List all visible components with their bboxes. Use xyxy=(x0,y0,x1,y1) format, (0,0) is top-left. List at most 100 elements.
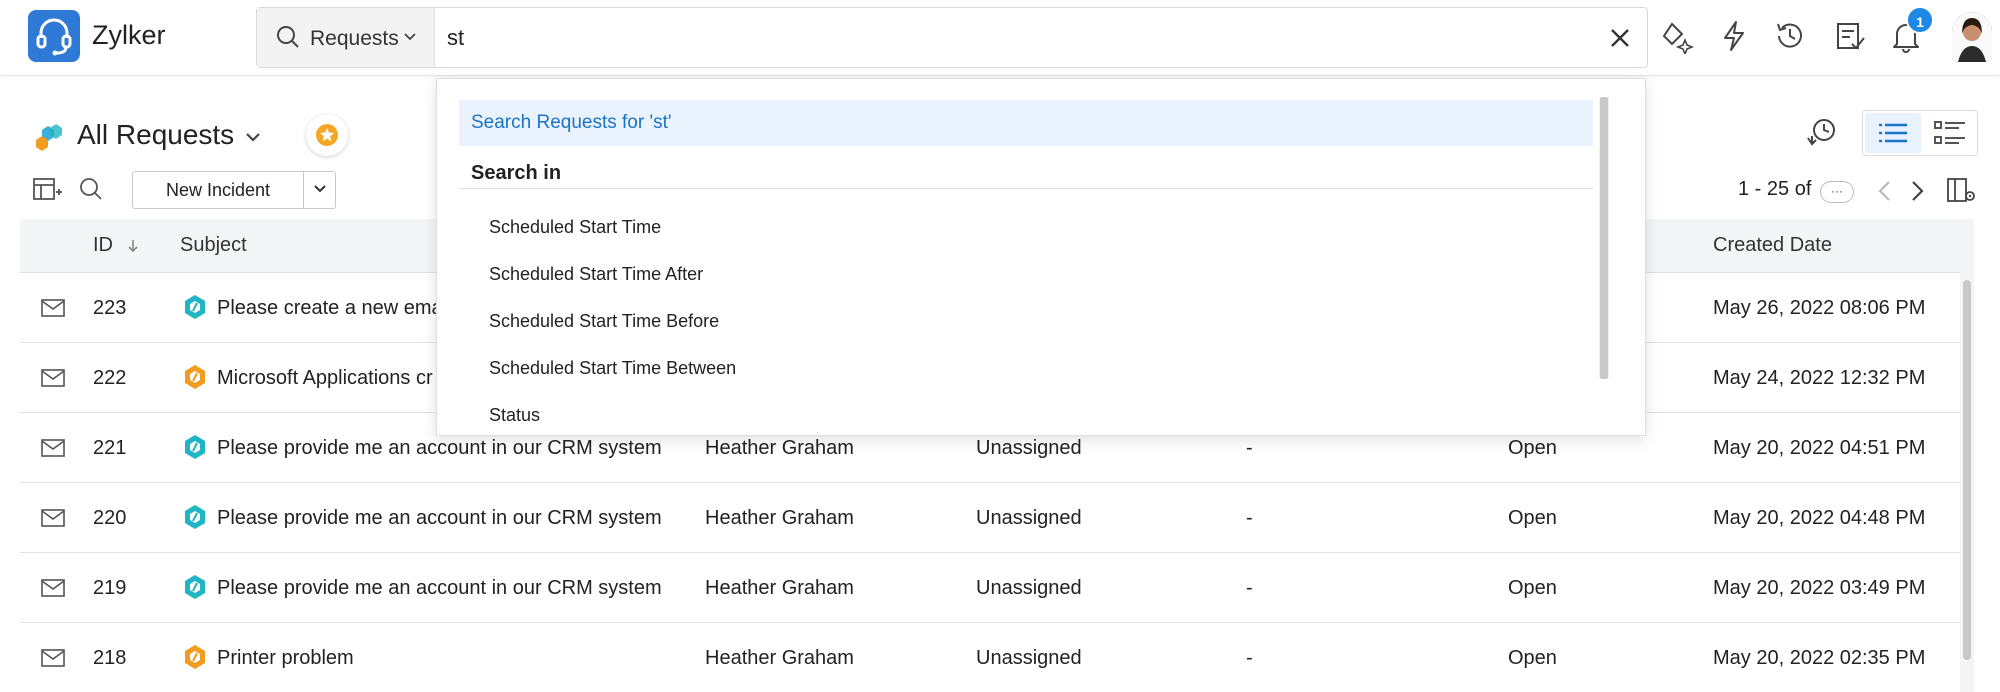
cell-status: Open xyxy=(1508,507,1557,529)
cell-group: - xyxy=(1246,507,1253,529)
detail-view-icon[interactable] xyxy=(1925,113,1977,153)
search-scope-label: Requests xyxy=(310,27,399,50)
avatar[interactable] xyxy=(1952,12,1992,62)
headset-logo-icon[interactable] xyxy=(28,10,80,62)
cell-subject[interactable]: Please provide me an account in our CRM … xyxy=(217,507,662,530)
cell-technician: Unassigned xyxy=(976,647,1082,669)
cell-id: 220 xyxy=(93,507,127,529)
timer-history-icon[interactable] xyxy=(1804,116,1838,155)
mail-icon xyxy=(40,508,66,533)
close-icon[interactable] xyxy=(1605,23,1635,53)
pagination-label: 1 - 25 of xyxy=(1738,178,1812,200)
cell-id: 218 xyxy=(93,647,127,669)
history-icon[interactable] xyxy=(1772,18,1808,54)
mail-icon xyxy=(40,368,66,393)
cell-group: - xyxy=(1246,647,1253,669)
search-for-option[interactable]: Search Requests for 'st' xyxy=(459,100,1593,146)
cell-subject[interactable]: Please provide me an account in our CRM … xyxy=(217,577,662,600)
column-header-subject[interactable]: Subject xyxy=(180,234,247,257)
cell-technician: Unassigned xyxy=(976,577,1082,599)
search-field-option[interactable]: Status xyxy=(489,405,540,426)
list-view-icon[interactable] xyxy=(1865,113,1921,153)
cell-id: 223 xyxy=(93,297,127,319)
chevron-right-icon[interactable] xyxy=(1906,178,1928,209)
zia-sparkle-icon[interactable] xyxy=(1658,18,1695,57)
search-field-option[interactable]: Scheduled Start Time Before xyxy=(489,311,719,332)
cell-status: Open xyxy=(1508,437,1557,459)
cell-technician: Unassigned xyxy=(976,437,1082,459)
cell-requester: Heather Graham xyxy=(705,437,854,459)
priority-icon xyxy=(182,433,208,466)
mail-icon xyxy=(40,438,66,463)
cell-created-date: May 20, 2022 04:48 PM xyxy=(1713,507,1926,529)
chevron-down-icon xyxy=(403,30,417,49)
cell-id: 222 xyxy=(93,367,127,389)
cell-status: Open xyxy=(1508,577,1557,599)
table-row[interactable]: 219 Please provide me an account in our C… xyxy=(20,553,1960,623)
priority-icon xyxy=(182,503,208,536)
lightning-icon[interactable] xyxy=(1716,18,1752,54)
mail-icon xyxy=(40,648,66,673)
search-field-option[interactable]: Scheduled Start Time xyxy=(489,217,661,238)
search-field-option[interactable]: Scheduled Start Time After xyxy=(489,264,703,285)
cell-requester: Heather Graham xyxy=(705,647,854,669)
dropdown-scrollbar-thumb[interactable] xyxy=(1600,97,1608,379)
column-header-created-date[interactable]: Created Date xyxy=(1713,234,1832,257)
star-icon xyxy=(315,123,339,152)
global-search: Requests xyxy=(256,7,1648,68)
search-icon xyxy=(275,24,301,55)
search-field-option[interactable]: Scheduled Start Time Between xyxy=(489,358,736,379)
top-bar: Zylker Requests 1 xyxy=(0,0,2000,76)
cell-group: - xyxy=(1246,437,1253,459)
cell-subject[interactable]: Please provide me an account in our CRM … xyxy=(217,437,662,460)
cell-subject[interactable]: Printer problem xyxy=(217,647,354,670)
new-incident-dropdown[interactable] xyxy=(303,171,336,209)
task-list-icon[interactable] xyxy=(1832,18,1868,54)
column-header-id[interactable]: ID xyxy=(93,234,141,257)
search-input[interactable] xyxy=(447,20,1547,56)
priority-icon xyxy=(182,293,208,326)
view-toggle xyxy=(1862,110,1978,156)
cell-group: - xyxy=(1246,577,1253,599)
cell-id: 221 xyxy=(93,437,127,459)
app-name: Zylker xyxy=(92,20,166,50)
divider xyxy=(459,188,1593,189)
cell-status: Open xyxy=(1508,647,1557,669)
search-in-heading: Search in xyxy=(471,162,562,184)
table-scrollbar-thumb[interactable] xyxy=(1963,280,1971,660)
priority-icon xyxy=(182,643,208,676)
search-scope-selector[interactable]: Requests xyxy=(257,8,435,67)
cell-created-date: May 20, 2022 02:35 PM xyxy=(1713,647,1926,669)
search-suggestions-dropdown: Search Requests for 'st' Search in Sched… xyxy=(436,78,1646,436)
column-settings-icon[interactable] xyxy=(1946,176,1978,211)
page-title[interactable]: All Requests xyxy=(77,119,234,151)
chevron-left-icon[interactable] xyxy=(1874,178,1896,209)
cell-requester: Heather Graham xyxy=(705,577,854,599)
column-header-id-label: ID xyxy=(93,234,113,256)
new-incident-button[interactable]: New Incident xyxy=(132,171,304,209)
priority-icon xyxy=(182,363,208,396)
cell-created-date: May 20, 2022 03:49 PM xyxy=(1713,577,1926,599)
search-icon[interactable] xyxy=(78,176,104,207)
mail-icon xyxy=(40,298,66,323)
all-requests-icon xyxy=(34,120,68,157)
cell-created-date: May 20, 2022 04:51 PM xyxy=(1713,437,1926,459)
cell-id: 219 xyxy=(93,577,127,599)
search-for-label: Search Requests for 'st' xyxy=(471,112,672,133)
pagination-more-button[interactable]: ··· xyxy=(1820,181,1854,203)
priority-icon xyxy=(182,573,208,606)
cell-subject[interactable]: Please create a new ema xyxy=(217,297,443,320)
table-row[interactable]: 220 Please provide me an account in our C… xyxy=(20,483,1960,553)
chevron-down-icon[interactable] xyxy=(244,128,262,151)
chevron-down-icon xyxy=(313,184,326,192)
cell-created-date: May 26, 2022 08:06 PM xyxy=(1713,297,1926,319)
cell-created-date: May 24, 2022 12:32 PM xyxy=(1713,367,1926,389)
filter-view-icon[interactable] xyxy=(32,176,62,207)
cell-requester: Heather Graham xyxy=(705,507,854,529)
notification-badge[interactable]: 1 xyxy=(1906,6,1934,34)
sort-down-icon xyxy=(127,239,138,252)
table-row[interactable]: 218 Printer problem Heather Graham Unassign… xyxy=(20,623,1960,692)
favorite-button[interactable] xyxy=(306,114,348,156)
cell-subject[interactable]: Microsoft Applications cr xyxy=(217,367,433,390)
cell-technician: Unassigned xyxy=(976,507,1082,529)
